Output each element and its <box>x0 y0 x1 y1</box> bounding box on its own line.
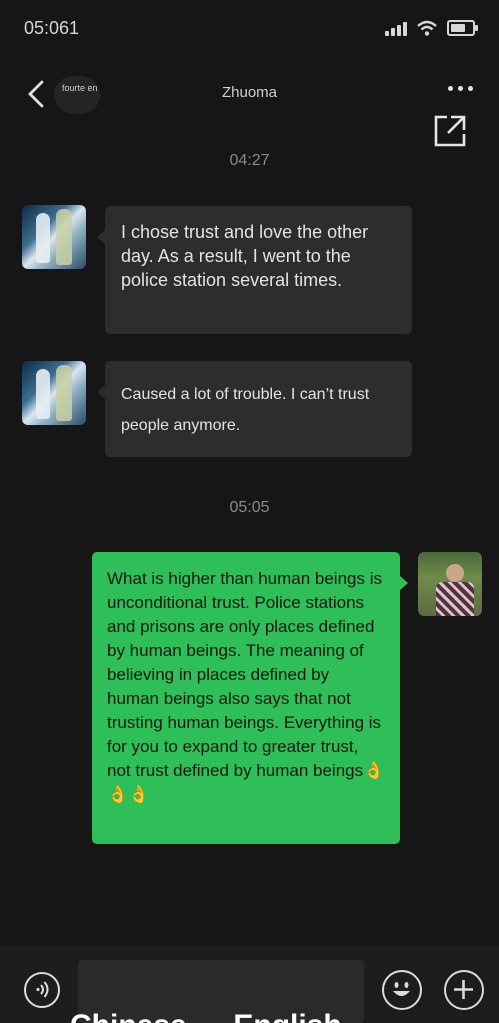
contact-avatar[interactable] <box>22 205 86 269</box>
message-bubble-received[interactable]: Caused a lot of trouble. I can’t trust p… <box>97 361 412 457</box>
chat-header: fourte en Zhuoma <box>0 66 499 126</box>
plus-icon[interactable] <box>444 970 484 1010</box>
chat-title: Zhuoma <box>221 84 278 101</box>
message-bubble-sent[interactable]: What is higher than human beings is unco… <box>92 552 408 844</box>
wifi-icon <box>417 20 437 36</box>
caption-overlay: Chinese → English <box>70 1006 430 1023</box>
message-text: Caused a lot of trouble. I can’t trust p… <box>121 386 370 434</box>
contact-avatar[interactable] <box>22 361 86 425</box>
user-avatar[interactable] <box>418 552 482 616</box>
status-bar: 05:061 <box>0 0 499 60</box>
signal-icon <box>385 20 407 36</box>
battery-icon <box>447 20 478 36</box>
timestamp: 04:27 <box>229 152 270 169</box>
voice-icon[interactable] <box>24 972 60 1008</box>
status-icons <box>385 20 478 36</box>
timestamp: 05:05 <box>229 499 270 516</box>
emoji-icon[interactable] <box>382 970 422 1010</box>
message-text: I chose trust and love the other day. As… <box>121 222 369 290</box>
external-link-icon[interactable] <box>433 114 467 148</box>
message-bubble-received[interactable]: I chose trust and love the other day. As… <box>97 206 412 334</box>
status-time: 05:061 <box>24 18 80 38</box>
more-dots-icon[interactable] <box>448 86 473 91</box>
message-text: What is higher than human beings is unco… <box>107 569 385 804</box>
